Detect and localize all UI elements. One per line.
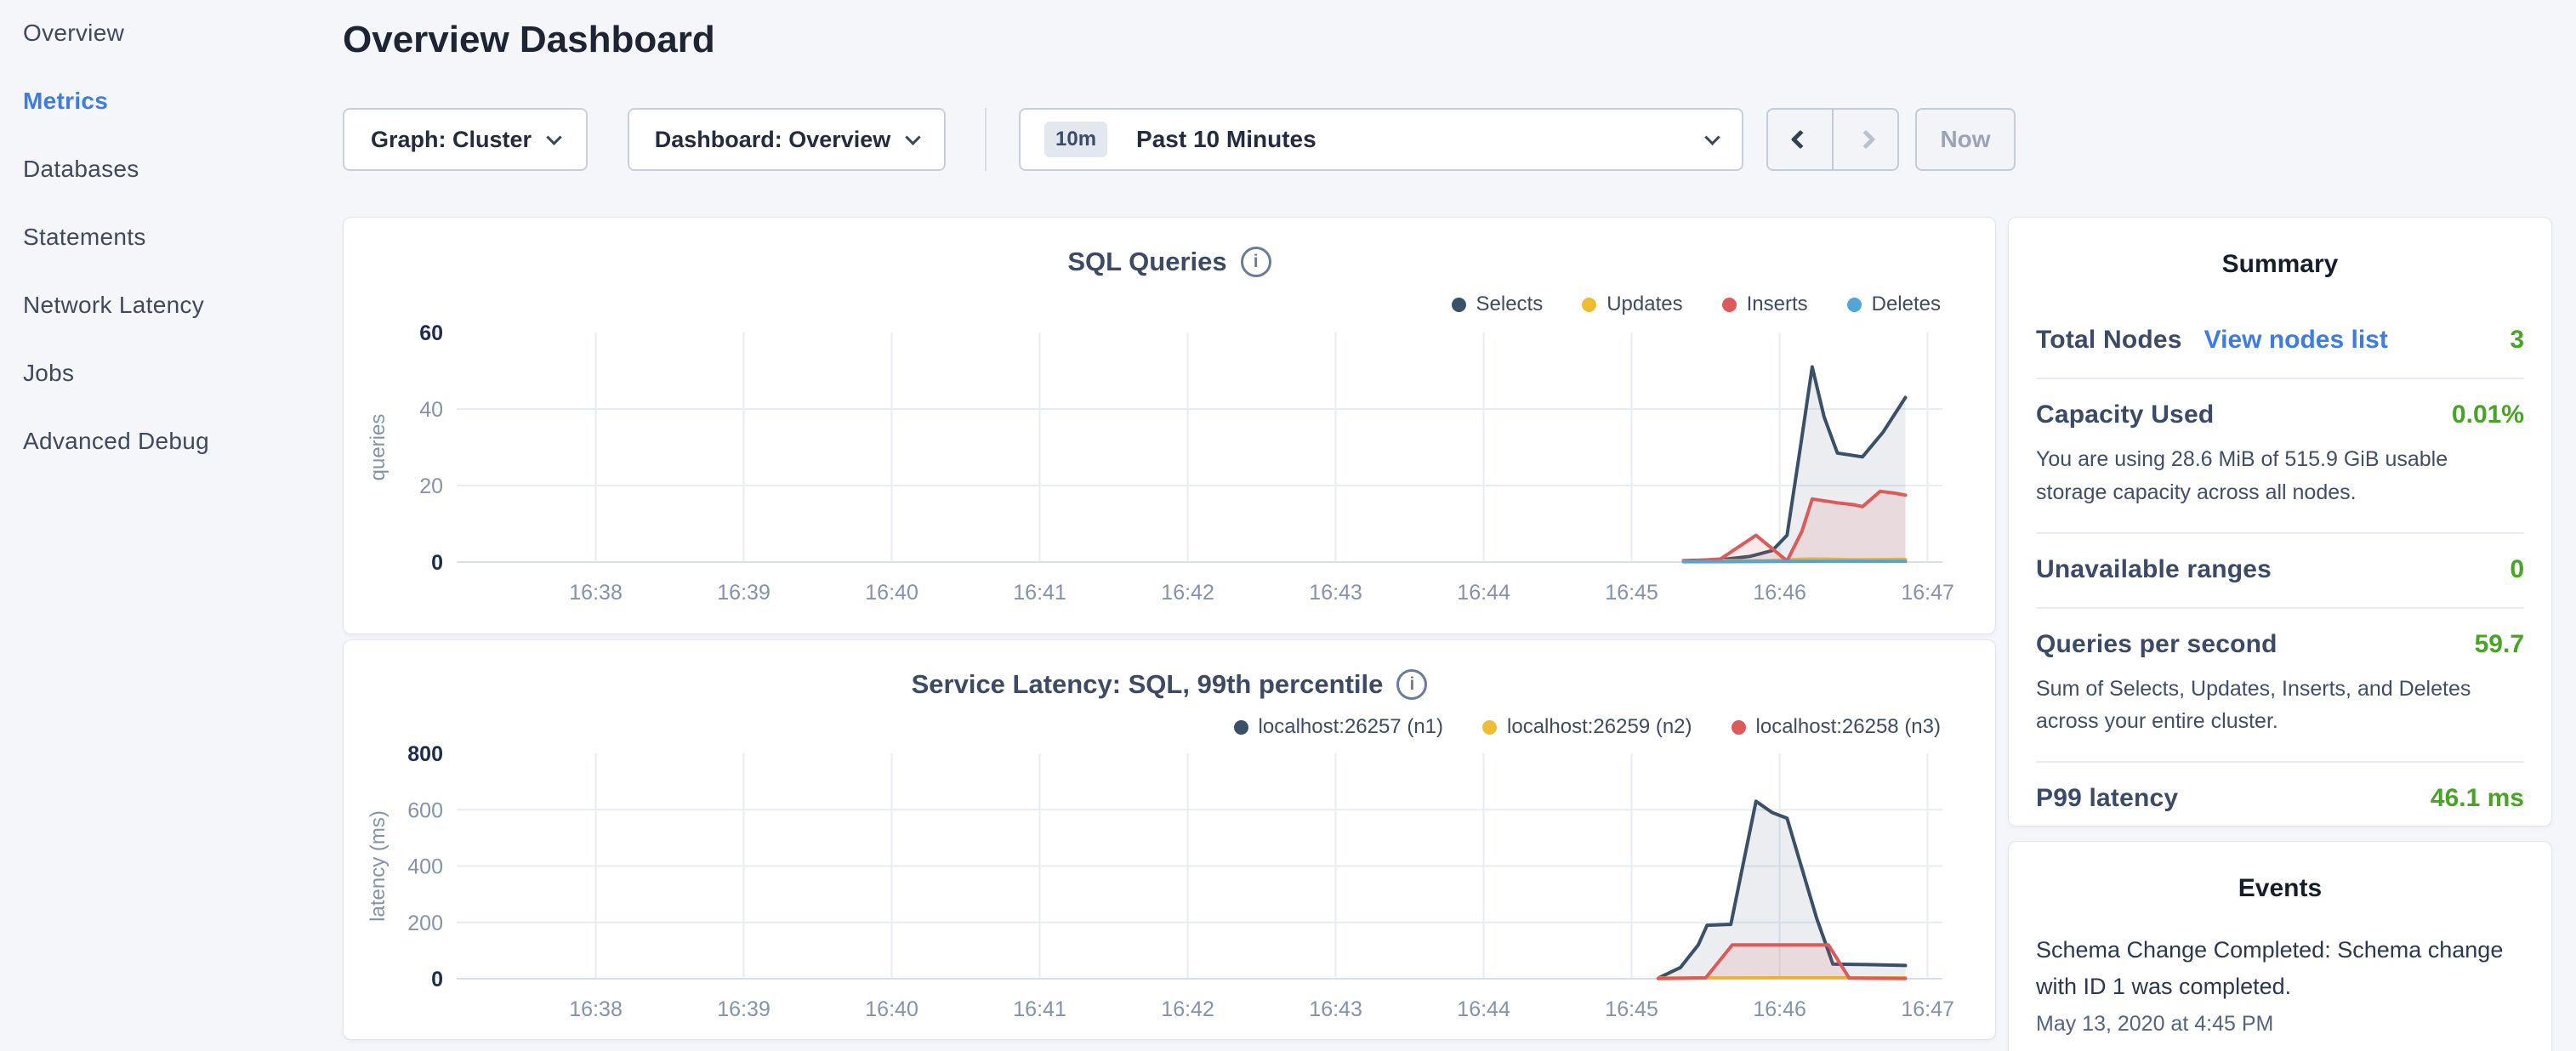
capacity-used-value: 0.01%: [2452, 401, 2524, 429]
time-step-forward-button[interactable]: [1834, 110, 1897, 169]
svg-text:600: 600: [407, 798, 443, 822]
svg-text:16:41: 16:41: [1013, 997, 1066, 1021]
time-step-buttons: [1766, 108, 1899, 171]
events-panel: Events Schema Change Completed: Schema c…: [2008, 841, 2552, 1051]
svg-text:16:46: 16:46: [1753, 581, 1806, 605]
svg-text:latency (ms): latency (ms): [367, 810, 390, 922]
chevron-down-icon: [1704, 129, 1720, 145]
svg-text:16:43: 16:43: [1309, 581, 1362, 605]
view-nodes-list-link[interactable]: View nodes list: [2204, 326, 2388, 355]
unavailable-ranges-value: 0: [2510, 555, 2524, 584]
svg-text:16:40: 16:40: [865, 997, 918, 1021]
svg-text:40: 40: [419, 398, 443, 422]
controls-divider: [985, 108, 987, 171]
p99-latency-value: 46.1 ms: [2431, 784, 2524, 813]
svg-text:400: 400: [407, 855, 443, 879]
time-step-back-button[interactable]: [1768, 110, 1834, 169]
sidebar-item-statements[interactable]: Statements: [23, 223, 209, 252]
event-text: Schema Change Completed: Schema change w…: [2036, 932, 2524, 1005]
capacity-used-label: Capacity Used: [2036, 401, 2214, 429]
time-range-label: Past 10 Minutes: [1136, 126, 1316, 153]
sidebar-item-advanced-debug[interactable]: Advanced Debug: [23, 427, 209, 456]
svg-text:16:42: 16:42: [1161, 997, 1214, 1021]
svg-text:16:45: 16:45: [1605, 997, 1658, 1021]
svg-text:16:44: 16:44: [1457, 581, 1510, 605]
svg-text:200: 200: [407, 912, 443, 935]
sidebar-item-jobs[interactable]: Jobs: [23, 359, 209, 388]
sidebar-item-overview[interactable]: Overview: [23, 19, 209, 48]
sql-queries-chart-card: SQL Queries i SelectsUpdatesInsertsDelet…: [343, 217, 1996, 634]
svg-text:0: 0: [431, 551, 443, 575]
svg-text:16:41: 16:41: [1013, 581, 1066, 605]
svg-text:16:47: 16:47: [1901, 997, 1954, 1021]
graph-scope-dropdown-label: Graph: Cluster: [371, 127, 532, 153]
sidebar-item-metrics[interactable]: Metrics: [23, 87, 209, 116]
event-list-item[interactable]: Schema Change Completed: Schema change w…: [2036, 932, 2524, 1037]
svg-text:16:39: 16:39: [717, 997, 771, 1021]
sidebar: Overview Metrics Databases Statements Ne…: [23, 19, 209, 456]
svg-text:16:42: 16:42: [1161, 581, 1214, 605]
now-button[interactable]: Now: [1915, 108, 2016, 171]
summary-title: Summary: [2009, 218, 2551, 279]
summary-panel: Summary Total Nodes View nodes list 3 Ca…: [2008, 217, 2552, 827]
svg-text:16:47: 16:47: [1901, 581, 1954, 605]
chevron-down-icon: [546, 129, 561, 145]
queries-per-second-description: Sum of Selects, Updates, Inserts, and De…: [2036, 673, 2524, 739]
sidebar-item-network-latency[interactable]: Network Latency: [23, 291, 209, 320]
chart-plot: 16:38 16:39 16:40 16:41 16:42 16:43 16:44 16:45…: [344, 218, 1997, 639]
svg-text:16:45: 16:45: [1605, 581, 1658, 605]
svg-text:16:40: 16:40: [865, 581, 918, 605]
svg-text:queries: queries: [367, 414, 390, 481]
chart-plot: 16:38 16:39 16:40 16:41 16:42 16:43 16:44 16:45…: [344, 640, 1997, 1045]
svg-text:16:46: 16:46: [1753, 997, 1806, 1021]
svg-text:60: 60: [419, 321, 443, 345]
svg-text:16:44: 16:44: [1457, 997, 1510, 1021]
svg-text:20: 20: [419, 474, 443, 498]
total-nodes-value: 3: [2510, 326, 2524, 355]
unavailable-ranges-label: Unavailable ranges: [2036, 555, 2272, 584]
chevron-left-icon: [1790, 130, 1810, 150]
page-title: Overview Dashboard: [343, 19, 715, 61]
queries-per-second-label: Queries per second: [2036, 630, 2277, 659]
events-title: Events: [2009, 842, 2551, 903]
total-nodes-label: Total Nodes: [2036, 326, 2182, 355]
dashboard-dropdown-label: Dashboard: Overview: [655, 127, 891, 153]
svg-text:16:38: 16:38: [569, 581, 623, 605]
event-timestamp: May 13, 2020 at 4:45 PM: [2036, 1012, 2524, 1037]
sidebar-item-databases[interactable]: Databases: [23, 155, 209, 184]
time-range-badge: 10m: [1044, 122, 1107, 157]
svg-text:16:38: 16:38: [569, 997, 623, 1021]
p99-latency-label: P99 latency: [2036, 784, 2178, 813]
dashboard-dropdown[interactable]: Dashboard: Overview: [628, 108, 946, 171]
svg-text:0: 0: [431, 968, 443, 991]
time-range-selector[interactable]: 10m Past 10 Minutes: [1019, 108, 1743, 171]
chevron-down-icon: [906, 129, 921, 145]
chevron-right-icon: [1856, 130, 1875, 150]
svg-text:800: 800: [407, 742, 443, 766]
svg-text:16:43: 16:43: [1309, 997, 1362, 1021]
graph-scope-dropdown[interactable]: Graph: Cluster: [343, 108, 588, 171]
queries-per-second-value: 59.7: [2475, 630, 2524, 659]
svg-text:16:39: 16:39: [717, 581, 771, 605]
service-latency-chart-card: Service Latency: SQL, 99th percentile i …: [343, 639, 1996, 1040]
capacity-used-description: You are using 28.6 MiB of 515.9 GiB usab…: [2036, 443, 2524, 509]
